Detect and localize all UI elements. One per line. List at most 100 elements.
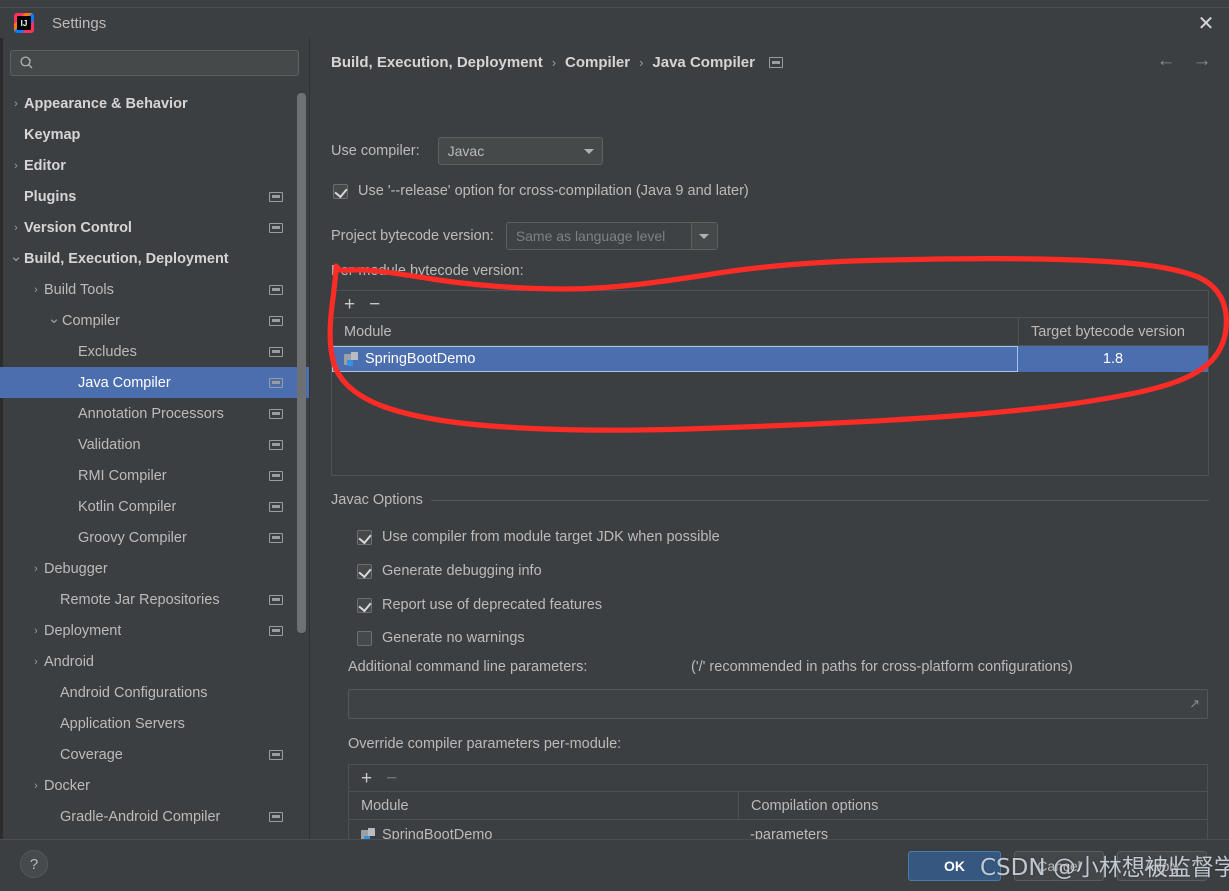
back-arrow-icon[interactable]: ← (1155, 50, 1177, 72)
chevron-right-icon[interactable]: › (8, 222, 24, 234)
generate-debugging-info-label: Generate debugging info (382, 563, 542, 579)
sidebar-item-groovy-compiler[interactable]: Groovy Compiler (0, 522, 309, 553)
sidebar-item-plugins[interactable]: Plugins (0, 181, 309, 212)
sidebar-item-build-tools[interactable]: ›Build Tools (0, 274, 309, 305)
chevron-right-icon[interactable]: › (28, 625, 44, 637)
chevron-right-icon[interactable]: › (28, 780, 44, 792)
sidebar-item-validation[interactable]: Validation (0, 429, 309, 460)
override-params-label: Override compiler parameters per-module: (348, 736, 621, 752)
remove-module-button[interactable]: − (369, 295, 380, 314)
breadcrumb-item-compiler[interactable]: Compiler (565, 54, 630, 71)
chevron-down-icon[interactable]: ⌄ (46, 309, 62, 327)
expand-icon[interactable]: ↗ (1189, 696, 1200, 712)
breadcrumb-separator-1: › (552, 55, 556, 70)
release-option-checkbox-row[interactable]: Use '--release' option for cross-compila… (333, 183, 749, 199)
chevron-right-icon[interactable]: › (28, 656, 44, 668)
chevron-right-icon[interactable]: › (28, 284, 44, 296)
use-compiler-select[interactable]: Javac (438, 137, 603, 165)
sidebar-item-label: Kotlin Compiler (78, 499, 176, 515)
sidebar-item-coverage[interactable]: Coverage (0, 739, 309, 770)
sidebar-item-label: Version Control (24, 220, 132, 236)
cell-target-bytecode[interactable]: 1.8 (1018, 346, 1208, 372)
sidebar-item-deployment[interactable]: ›Deployment (0, 615, 309, 646)
sidebar-item-editor[interactable]: ›Editor (0, 150, 309, 181)
generate-no-warnings-checkbox[interactable] (357, 631, 372, 646)
sidebar-item-java-compiler[interactable]: Java Compiler (0, 367, 309, 398)
override-table-panel: + − Module Compilation options SpringBoo… (348, 764, 1208, 839)
bytecode-table-toolbar: + − (332, 291, 1208, 318)
javac-options-label: Javac Options (331, 492, 423, 508)
javac-checkbox-row-3[interactable]: Generate no warnings (357, 630, 525, 646)
chevron-right-icon[interactable]: › (8, 98, 24, 110)
additional-params-label-row: Additional command line parameters: (348, 659, 587, 675)
chevron-right-icon[interactable]: › (28, 563, 44, 575)
sidebar-item-android-configurations[interactable]: Android Configurations (0, 677, 309, 708)
forward-arrow-icon[interactable]: → (1191, 50, 1213, 72)
search-input[interactable] (35, 56, 298, 71)
sidebar-item-docker[interactable]: ›Docker (0, 770, 309, 801)
sidebar-item-application-servers[interactable]: Application Servers (0, 708, 309, 739)
sidebar-scrollbar[interactable] (297, 93, 306, 633)
sidebar-item-label: Editor (24, 158, 66, 174)
search-box[interactable] (10, 50, 299, 76)
project-scope-badge-icon (269, 347, 283, 357)
sidebar-item-appearance-behavior[interactable]: ›Appearance & Behavior (0, 88, 309, 119)
project-bytecode-select[interactable]: Same as language level (506, 222, 718, 250)
table-row[interactable]: SpringBootDemo 1.8 (332, 346, 1208, 372)
add-override-button[interactable]: + (361, 769, 372, 788)
settings-tree: ›Appearance & BehaviorKeymap›EditorPlugi… (0, 88, 309, 839)
project-scope-badge-icon (269, 223, 283, 233)
sidebar-item-debugger[interactable]: ›Debugger (0, 553, 309, 584)
sidebar-item-label: Excludes (78, 344, 137, 360)
sidebar-item-label: Debugger (44, 561, 108, 577)
breadcrumb-item-java-compiler[interactable]: Java Compiler (652, 54, 755, 71)
close-icon[interactable]: ✕ (1183, 8, 1229, 38)
bytecode-table-panel: + − Module Target bytecode version Sprin… (331, 290, 1209, 476)
javac-checkbox-row-1[interactable]: Generate debugging info (357, 563, 542, 579)
sidebar-item-label: Java Compiler (78, 375, 171, 391)
project-scope-badge-icon (269, 533, 283, 543)
sidebar-item-label: Plugins (24, 189, 76, 205)
column-header-target-bytecode[interactable]: Target bytecode version (1018, 318, 1208, 345)
sidebar-item-kotlin-compiler[interactable]: Kotlin Compiler (0, 491, 309, 522)
sidebar-item-label: Appearance & Behavior (24, 96, 188, 112)
column-header-module[interactable]: Module (332, 318, 1018, 345)
release-option-checkbox[interactable] (333, 184, 348, 199)
column-header-compilation-options[interactable]: Compilation options (738, 792, 1207, 819)
cell-module[interactable]: SpringBootDemo (349, 820, 738, 839)
sidebar-item-compiler[interactable]: ⌄Compiler (0, 305, 309, 336)
sidebar-item-gradle-android-compiler[interactable]: Gradle-Android Compiler (0, 801, 309, 832)
sidebar-item-label: Groovy Compiler (78, 530, 187, 546)
sidebar-item-rmi-compiler[interactable]: RMI Compiler (0, 460, 309, 491)
use-module-jdk-checkbox[interactable] (357, 530, 372, 545)
chevron-down-icon (576, 138, 602, 164)
use-module-jdk-label: Use compiler from module target JDK when… (382, 529, 720, 545)
sidebar-item-build-execution-deployment[interactable]: ⌄Build, Execution, Deployment (0, 243, 309, 274)
breadcrumb-item-build[interactable]: Build, Execution, Deployment (331, 54, 543, 71)
column-header-module[interactable]: Module (349, 792, 738, 819)
sidebar-item-version-control[interactable]: ›Version Control (0, 212, 309, 243)
additional-params-input[interactable]: ↗ (348, 689, 1208, 719)
generate-debugging-info-checkbox[interactable] (357, 564, 372, 579)
cell-module[interactable]: SpringBootDemo (332, 346, 1018, 372)
report-deprecated-checkbox[interactable] (357, 598, 372, 613)
help-button[interactable]: ? (20, 850, 48, 878)
table-row[interactable]: SpringBootDemo -parameters (349, 820, 1207, 839)
chevron-right-icon[interactable]: › (8, 160, 24, 172)
search-icon (19, 55, 35, 71)
chevron-down-icon[interactable]: ⌄ (8, 247, 24, 265)
per-module-bytecode-label: Per-module bytecode version: (331, 263, 524, 279)
cell-compilation-options[interactable]: -parameters (738, 820, 1207, 839)
chevron-down-icon[interactable] (691, 223, 717, 249)
screenshot-root: IJ Settings ✕ (0, 0, 1229, 891)
add-module-button[interactable]: + (344, 295, 355, 314)
sidebar-item-excludes[interactable]: Excludes (0, 336, 309, 367)
sidebar-item-keymap[interactable]: Keymap (0, 119, 309, 150)
javac-checkbox-row-0[interactable]: Use compiler from module target JDK when… (357, 529, 720, 545)
sidebar-item-android[interactable]: ›Android (0, 646, 309, 677)
sidebar-item-annotation-processors[interactable]: Annotation Processors (0, 398, 309, 429)
sidebar-item-remote-jar-repositories[interactable]: Remote Jar Repositories (0, 584, 309, 615)
cell-module-label: SpringBootDemo (365, 351, 475, 367)
project-bytecode-row: Project bytecode version: Same as langua… (331, 222, 718, 250)
javac-checkbox-row-2[interactable]: Report use of deprecated features (357, 597, 602, 613)
